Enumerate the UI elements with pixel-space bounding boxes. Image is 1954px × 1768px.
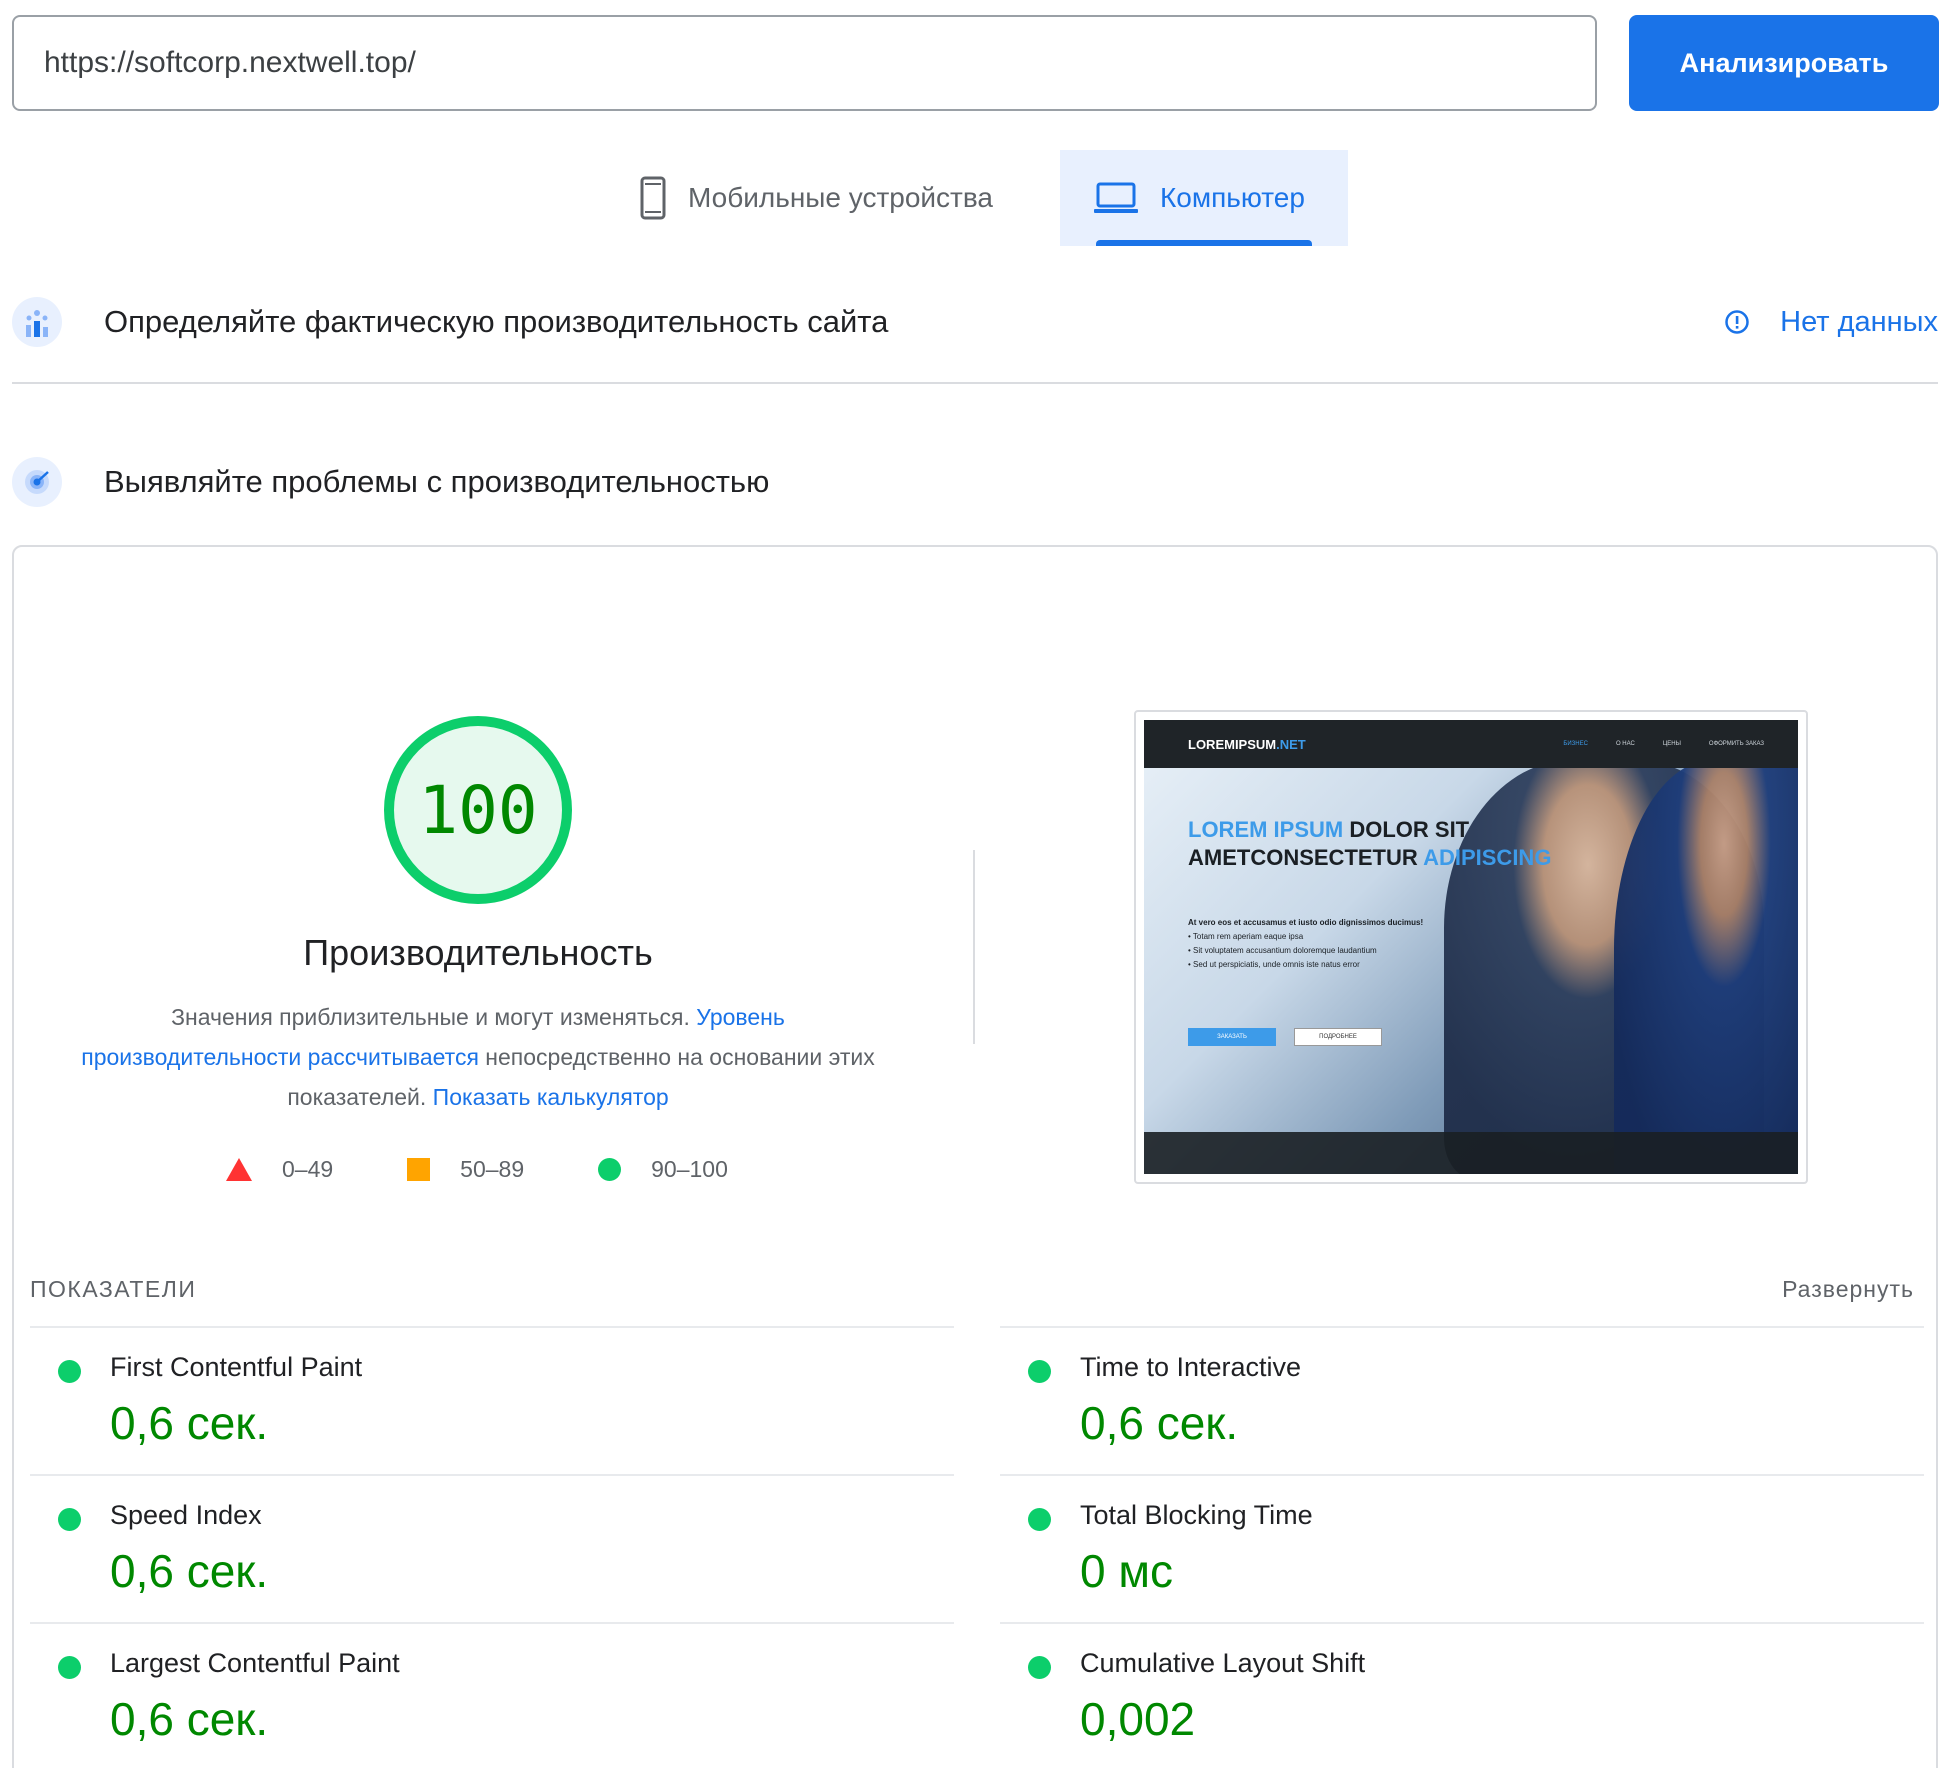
field-data-title: Определяйте фактическую производительнос… [104,304,889,339]
active-tab-indicator [1096,240,1312,246]
metric-first-contentful-paint: First Contentful Paint 0,6 сек. [30,1326,954,1474]
calculator-link[interactable]: Показать калькулятор [433,1084,669,1110]
section-divider [12,382,1938,384]
metric-name: Speed Index [110,1500,262,1530]
no-data-label: Нет данных [1780,305,1938,338]
metric-time-to-interactive: Time to Interactive 0,6 сек. [1000,1326,1924,1474]
metrics-heading: ПОКАЗАТЕЛИ [30,1276,197,1302]
screenshot-image: LOREMIPSUM.NET БИЗНЕС О НАС ЦЕНЫ ОФОРМИТ… [1144,720,1798,1174]
pass-circle-icon [58,1656,81,1679]
metric-speed-index: Speed Index 0,6 сек. [30,1474,954,1622]
metric-largest-contentful-paint: Largest Contentful Paint 0,6 сек. [30,1622,954,1768]
score-title: Производительность [303,932,653,973]
smartphone-icon [640,176,666,220]
screenshot-menu: БИЗНЕС О НАС ЦЕНЫ ОФОРМИТЬ ЗАКАЗ [1563,741,1798,747]
logo-accent: .NET [1276,736,1306,752]
screenshot-menu-item: ОФОРМИТЬ ЗАКАЗ [1708,741,1764,747]
metric-value: 0,002 [1080,1693,1196,1745]
headline-accent-2: ADIPISCING [1423,845,1552,870]
screenshot-bullet: Totam rem aperiam eaque ipsa [1192,932,1304,941]
screenshot-body-text: At vero eos et accusamus et iusto odio d… [1188,918,1424,969]
triangle-icon [226,1158,252,1181]
metric-total-blocking-time: Total Blocking Time 0 мс [1000,1474,1924,1622]
pass-circle-icon [58,1360,81,1383]
field-data-icon [12,297,62,347]
photo-person-right [1614,760,1798,1174]
screenshot-logo: LOREMIPSUM.NET [1188,737,1306,752]
headline-text-1: DOLOR SIT [1343,817,1470,842]
headline-accent-1: LOREM IPSUM [1188,817,1344,842]
metric-name: Total Blocking Time [1080,1500,1313,1530]
laptop-icon [1094,182,1138,213]
lab-data-section: Выявляйте проблемы с производительностью [12,452,1938,512]
score-legend: 0–49 50–89 90–100 [226,1156,802,1183]
tab-desktop-label: Компьютер [1160,182,1305,213]
legend-average-label: 50–89 [460,1156,525,1182]
url-input[interactable] [12,15,1597,111]
pass-circle-icon [1028,1656,1051,1679]
metric-value: 0 мс [1080,1545,1173,1597]
metric-value: 0,6 сек. [110,1397,269,1449]
pass-circle-icon [1028,1360,1051,1383]
metric-value: 0,6 сек. [110,1693,269,1745]
legend-item-fail: 0–49 [226,1156,333,1183]
screenshot-bullet: Sit voluptatem accusantium doloremque la… [1193,946,1377,955]
expand-toggle[interactable]: Развернуть [1782,1276,1914,1303]
screenshot-order-button: ЗАКАЗАТЬ [1188,1028,1276,1046]
logo-main: LOREMIPSUM [1188,736,1277,752]
screenshot-menu-item: ЦЕНЫ [1662,741,1681,747]
metric-name: Largest Contentful Paint [110,1648,400,1678]
metric-name: Time to Interactive [1080,1352,1302,1382]
screenshot-headline: LOREM IPSUM DOLOR SIT AMETCONSECTETUR AD… [1188,816,1551,872]
diagnose-icon [12,457,62,507]
metric-name: Cumulative Layout Shift [1080,1648,1366,1678]
score-value: 100 [418,771,538,849]
legend-fail-label: 0–49 [282,1156,334,1182]
screenshot-lead: At vero eos et accusamus et iusto odio d… [1188,918,1424,927]
field-data-section: Определяйте фактическую производительнос… [12,292,1938,352]
tab-mobile[interactable]: Мобильные устройства [620,150,1060,246]
final-screenshot: LOREMIPSUM.NET БИЗНЕС О НАС ЦЕНЫ ОФОРМИТ… [1134,710,1808,1184]
screenshot-navbar: LOREMIPSUM.NET БИЗНЕС О НАС ЦЕНЫ ОФОРМИТ… [1144,720,1798,768]
vertical-divider [973,850,975,1044]
no-data-link[interactable]: Нет данных [1724,306,1938,339]
screenshot-more-button: ПОДРОБНЕЕ [1294,1028,1382,1046]
metric-value: 0,6 сек. [110,1545,269,1597]
square-icon [407,1158,431,1181]
legend-pass-label: 90–100 [651,1156,728,1182]
lab-data-title: Выявляйте проблемы с производительностью [104,464,770,499]
screenshot-footer [1144,1132,1798,1174]
screenshot-menu-item: БИЗНЕС [1563,741,1588,747]
score-desc-prefix: Значения приблизительные и могут изменят… [171,1004,690,1030]
info-icon [1725,310,1749,334]
analyze-button[interactable]: Анализировать [1629,15,1939,111]
metric-name: First Contentful Paint [110,1352,363,1382]
score-description: Значения приблизительные и могут изменят… [80,997,876,1117]
tab-desktop[interactable]: Компьютер [1060,150,1348,246]
headline-text-2: AMETCONSECTETUR [1188,845,1424,870]
legend-item-pass: 90–100 [598,1156,728,1183]
legend-item-average: 50–89 [407,1156,524,1183]
metric-value: 0,6 сек. [1080,1397,1239,1449]
pass-circle-icon [58,1508,81,1531]
circle-icon [598,1158,622,1181]
screenshot-menu-item: О НАС [1615,741,1635,747]
tab-mobile-label: Мобильные устройства [688,182,994,213]
pass-circle-icon [1028,1508,1051,1531]
metric-cumulative-layout-shift: Cumulative Layout Shift 0,002 [1000,1622,1924,1768]
screenshot-bullet: Sed ut perspiciatis, unde omnis iste nat… [1193,960,1360,969]
